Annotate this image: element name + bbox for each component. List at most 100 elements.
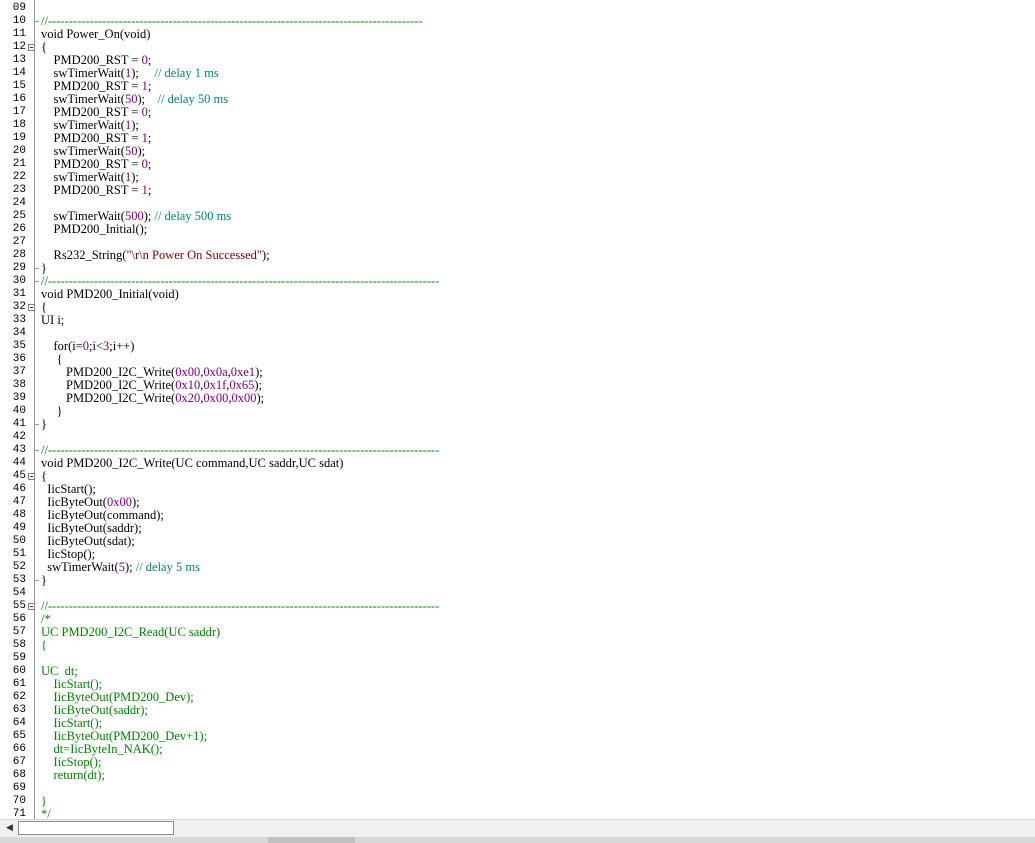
fold-end-marker bbox=[34, 580, 39, 581]
code-line: 12{ bbox=[0, 41, 1035, 54]
comment-token: } bbox=[41, 794, 47, 808]
line-number: 11 bbox=[12, 28, 26, 40]
code-line: 39 PMD200_I2C_Write(0x20,0x00,0x00); bbox=[0, 392, 1035, 405]
number-token: 1 bbox=[124, 118, 132, 132]
line-number: 46 bbox=[12, 483, 26, 495]
code-text: */ bbox=[41, 808, 51, 820]
comment-token: // delay 1 ms bbox=[154, 66, 219, 80]
line-number: 54 bbox=[12, 587, 26, 599]
code-text: PMD200_I2C_Write(0x20,0x00,0x00); bbox=[41, 391, 265, 405]
code-line: 31 void PMD200_Initial(void) bbox=[0, 288, 1035, 301]
code-line: 21 PMD200_RST = 0; bbox=[0, 158, 1035, 171]
code-line: 62 IicByteOut(PMD200_Dev); bbox=[0, 691, 1035, 704]
number-token: 3 bbox=[103, 339, 110, 353]
code-line: 23 PMD200_RST = 1; bbox=[0, 184, 1035, 197]
line-number: 52 bbox=[12, 561, 26, 573]
code-editor[interactable]: 09 10//----------------------------------… bbox=[0, 0, 1035, 819]
code-line: 71 */ bbox=[0, 808, 1035, 820]
code-text: void PMD200_Initial(void) bbox=[41, 287, 179, 301]
line-number: 63 bbox=[12, 704, 26, 716]
arrow-left-icon[interactable]: ◀ bbox=[2, 821, 17, 836]
line-number: 51 bbox=[12, 548, 26, 560]
line-number: 17 bbox=[12, 106, 26, 118]
code-text: UC PMD200_I2C_Read(UC saddr) bbox=[41, 626, 220, 639]
comment-token: // delay 5 ms bbox=[135, 560, 200, 574]
number-token: 0xe1 bbox=[230, 365, 256, 379]
line-number: 32 bbox=[12, 301, 26, 313]
fold-minus-icon[interactable] bbox=[28, 304, 35, 311]
comment-token: UC PMD200_I2C_Read(UC saddr) bbox=[41, 625, 221, 639]
comment-token: IicByteOut(saddr); bbox=[41, 703, 148, 717]
tab-indicator bbox=[268, 837, 355, 843]
line-number: 12 bbox=[12, 41, 26, 53]
code-line: 17 PMD200_RST = 0; bbox=[0, 106, 1035, 119]
code-line: 67 IicStop(); bbox=[0, 756, 1035, 769]
code-text: Rs232_String("\r\n Power On Successed"); bbox=[41, 248, 270, 262]
line-number: 50 bbox=[12, 535, 26, 547]
line-number: 38 bbox=[12, 379, 26, 391]
line-number: 58 bbox=[12, 639, 26, 651]
number-token: 0 bbox=[141, 105, 148, 119]
code-line: 50 IicByteOut(sdat); bbox=[0, 535, 1035, 548]
fold-minus-icon[interactable] bbox=[28, 603, 35, 610]
number-token: 0x65 bbox=[229, 378, 255, 392]
line-number: 14 bbox=[12, 67, 26, 79]
line-number: 70 bbox=[12, 795, 26, 807]
fold-end-marker bbox=[34, 281, 39, 282]
number-token: 0x00 bbox=[106, 495, 132, 509]
fold-minus-icon[interactable] bbox=[28, 473, 35, 480]
code-line: 58 { bbox=[0, 639, 1035, 652]
comment-token: IicStop(); bbox=[41, 755, 102, 769]
number-token: 0 bbox=[141, 53, 148, 67]
line-number: 31 bbox=[12, 288, 26, 300]
line-number: 59 bbox=[12, 652, 26, 664]
code-line: 14 swTimerWait(1); // delay 1 ms bbox=[0, 67, 1035, 80]
line-number: 36 bbox=[12, 353, 26, 365]
comment-token: //--------------------------------------… bbox=[41, 599, 440, 613]
line-number: 20 bbox=[12, 145, 26, 157]
line-number: 53 bbox=[12, 574, 26, 586]
comment-token: UC dt; bbox=[41, 664, 78, 678]
number-token: 1 bbox=[124, 170, 132, 184]
comment-token: /* bbox=[41, 612, 51, 626]
line-number: 15 bbox=[12, 80, 26, 92]
line-number: 65 bbox=[12, 730, 26, 742]
line-number: 69 bbox=[12, 782, 26, 794]
line-number: 60 bbox=[12, 665, 26, 677]
comment-token: IicByteOut(PMD200_Dev+1); bbox=[41, 729, 208, 743]
number-token: 0x10 bbox=[175, 378, 201, 392]
line-number: 62 bbox=[12, 691, 26, 703]
code-text: void PMD200_I2C_Write(UC command,UC sadd… bbox=[41, 456, 344, 470]
status-strip bbox=[0, 837, 1035, 843]
line-number: 56 bbox=[12, 613, 26, 625]
code-text: } bbox=[41, 417, 47, 431]
code-line: 46 IicStart(); bbox=[0, 483, 1035, 496]
line-number: 71 bbox=[12, 808, 26, 819]
code-text: PMD200_RST = 1; bbox=[41, 183, 152, 197]
code-line: 35 for(i=0;i<3;i++) bbox=[0, 340, 1035, 353]
line-number: 13 bbox=[12, 54, 26, 66]
code-text: PMD200_Initial(); bbox=[41, 222, 148, 236]
fold-end-marker bbox=[34, 450, 39, 451]
comment-token: // delay 50 ms bbox=[157, 92, 229, 106]
code-line: 66 dt=IicByteIn_NAK(); bbox=[0, 743, 1035, 756]
horizontal-scrollbar[interactable]: ◀ bbox=[0, 819, 1035, 838]
comment-token: return(dt); bbox=[41, 768, 105, 782]
line-number: 21 bbox=[12, 158, 26, 170]
comment-token: //--------------------------------------… bbox=[41, 14, 423, 28]
fold-end-marker bbox=[34, 268, 39, 269]
fold-minus-icon[interactable] bbox=[28, 44, 35, 51]
line-number: 35 bbox=[12, 340, 26, 352]
code-line: 22 swTimerWait(1); bbox=[0, 171, 1035, 184]
fold-end-marker bbox=[34, 424, 39, 425]
number-token: 0x1f bbox=[203, 378, 227, 392]
line-number: 10 bbox=[12, 15, 26, 27]
line-number: 24 bbox=[12, 197, 26, 209]
line-number: 16 bbox=[12, 93, 26, 105]
code-line: 53} bbox=[0, 574, 1035, 587]
scrollbar-thumb[interactable] bbox=[18, 821, 174, 835]
line-number: 68 bbox=[12, 769, 26, 781]
number-token: 0x00 bbox=[203, 391, 229, 405]
line-number: 18 bbox=[12, 119, 26, 131]
line-number: 49 bbox=[12, 522, 26, 534]
